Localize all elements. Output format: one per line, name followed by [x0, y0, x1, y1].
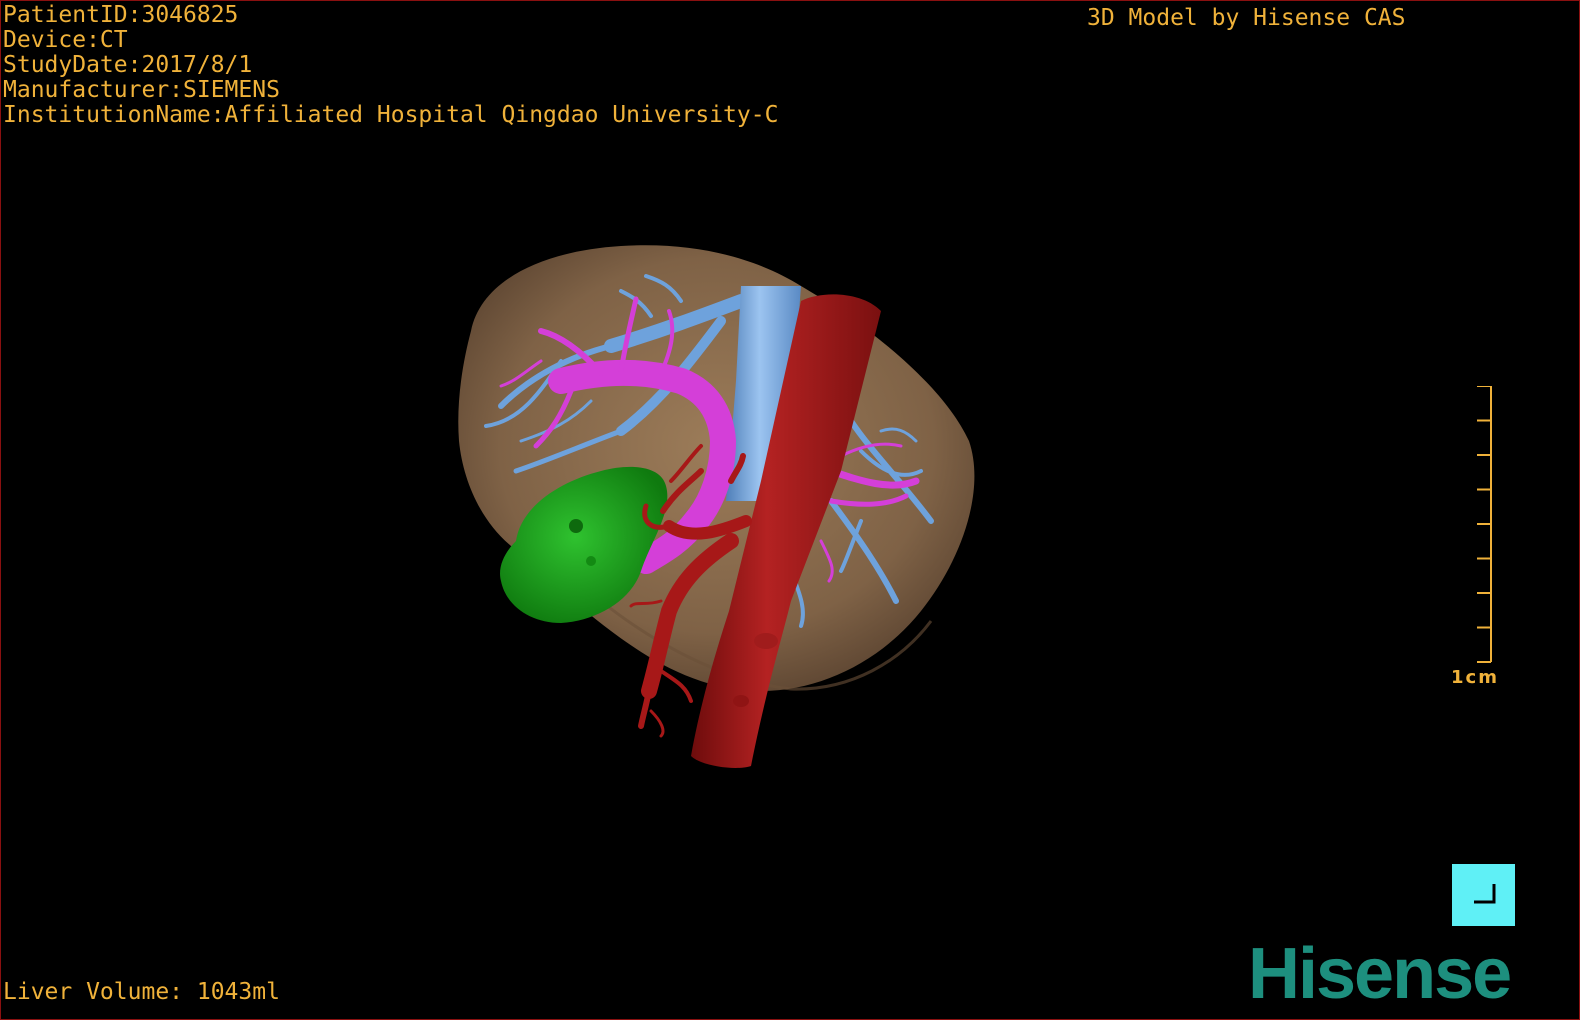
device-label: Device:CT: [3, 27, 128, 53]
institution-label: InstitutionName:Affiliated Hospital Qing…: [3, 102, 779, 128]
study-date-label: StudyDate:2017/8/1: [3, 52, 253, 78]
scale-bar: [1477, 386, 1492, 663]
scale-bar-label: 1cm: [1451, 667, 1499, 688]
3d-liver-model[interactable]: [1, 1, 1579, 1019]
corner-bracket-icon: [1474, 884, 1496, 904]
3d-viewport[interactable]: PatientID:3046825 Device:CT StudyDate:20…: [0, 0, 1580, 1020]
reset-view-button[interactable]: [1452, 864, 1515, 926]
brand-logo: Hisense: [1248, 934, 1512, 1014]
patient-id-label: PatientID:3046825: [3, 2, 239, 28]
liver-volume-label: Liver Volume: 1043ml: [3, 979, 280, 1005]
manufacturer-label: Manufacturer:SIEMENS: [3, 77, 280, 103]
model-credit-label: 3D Model by Hisense CAS: [1087, 5, 1406, 31]
